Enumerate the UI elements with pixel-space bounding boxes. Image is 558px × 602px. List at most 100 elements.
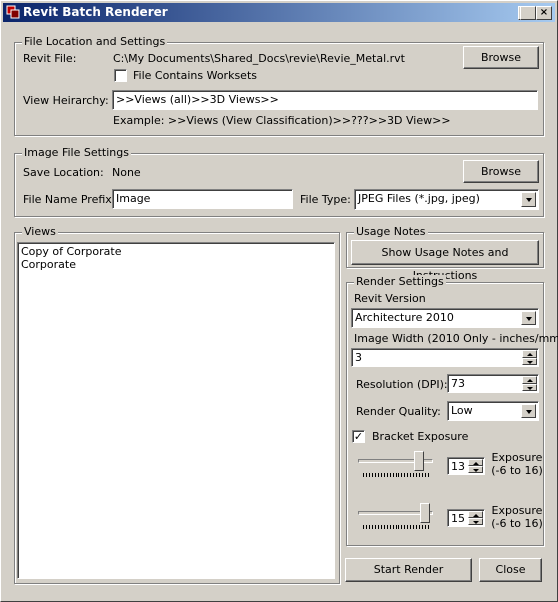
slider-tick <box>383 525 385 529</box>
slider-tick <box>422 473 424 477</box>
file-type-value: JPEG Files (*.jpg, jpeg) <box>358 192 480 205</box>
bracket-exposure-label: Bracket Exposure <box>372 430 469 443</box>
prefix-input[interactable]: Image <box>112 189 293 209</box>
save-location-value: None <box>112 166 141 179</box>
chevron-down-icon[interactable] <box>521 192 536 207</box>
spin-down-icon[interactable] <box>468 466 483 473</box>
close-window-button[interactable]: × <box>536 6 552 20</box>
slider-tick <box>377 473 379 477</box>
resolution-spinner[interactable]: 73 <box>447 374 539 393</box>
window-title: Revit Batch Renderer <box>23 5 168 19</box>
view-hierarchy-input[interactable]: >>Views (all)>>3D Views>> <box>112 90 538 110</box>
usage-notes-button[interactable]: Show Usage Notes and Instructions <box>351 240 539 282</box>
spin-up-icon[interactable] <box>468 459 483 466</box>
exposure-1-value: 13 <box>451 460 465 473</box>
file-type-label: File Type: <box>300 193 351 206</box>
exposure-1-label: Exposure <box>491 451 543 464</box>
browse-label: Browse <box>480 51 522 64</box>
spin-up-icon[interactable] <box>522 350 537 358</box>
exposure-slider-2-ticks <box>358 525 433 530</box>
slider-tick <box>389 525 391 529</box>
worksets-label: File Contains Worksets <box>133 69 257 82</box>
slider-tick <box>428 473 429 477</box>
resolution-label: Resolution (DPI): <box>356 378 448 391</box>
slider-tick <box>398 525 400 529</box>
render-settings-group-label: Render Settings <box>354 275 446 288</box>
bracket-exposure-checkbox[interactable]: ✓ <box>352 430 365 443</box>
exposure-1-spin-buttons[interactable] <box>468 459 483 473</box>
slider-tick <box>404 525 406 529</box>
spin-down-icon[interactable] <box>522 357 537 365</box>
slider-tick <box>386 473 388 477</box>
revit-version-value: Architecture 2010 <box>355 311 454 324</box>
app-icon <box>6 5 20 19</box>
list-item[interactable]: Copy of Corporate <box>21 245 331 258</box>
revit-file-label: Revit File: <box>23 52 77 65</box>
prefix-label: File Name Prefix: <box>23 193 116 206</box>
image-width-spin-buttons[interactable] <box>522 350 537 365</box>
slider-tick <box>368 473 370 477</box>
views-list[interactable]: Copy of Corporate Corporate <box>17 242 335 579</box>
slider-tick <box>395 525 397 529</box>
slider-tick <box>365 525 367 529</box>
exposure-2-value: 15 <box>451 512 465 525</box>
slider-tick <box>410 525 412 529</box>
revit-version-select[interactable]: Architecture 2010 <box>351 308 539 328</box>
spin-up-icon[interactable] <box>522 376 537 384</box>
quality-label: Render Quality: <box>356 405 441 418</box>
slider-tick <box>413 525 415 529</box>
resolution-spin-buttons[interactable] <box>522 376 537 391</box>
browse-label: Browse <box>480 165 522 178</box>
slider-tick <box>416 525 418 529</box>
slider-tick <box>401 473 403 477</box>
slider-tick <box>371 525 373 529</box>
revit-file-browse-button[interactable]: Browse <box>463 46 539 69</box>
slider-tick <box>425 525 427 529</box>
slider-tick <box>407 525 409 529</box>
exposure-1-caption: Exposure (-6 to 16) <box>491 451 543 477</box>
views-group-label: Views <box>22 225 58 238</box>
exposure-slider-2-thumb[interactable] <box>420 503 431 523</box>
slider-tick <box>407 473 409 477</box>
image-width-spinner[interactable]: 3 <box>351 348 539 367</box>
exposure-2-spin-buttons[interactable] <box>468 511 483 525</box>
revit-file-path: C:\My Documents\Shared_Docs\revie\Revie_… <box>113 52 405 65</box>
start-render-button[interactable]: Start Render <box>345 558 472 582</box>
slider-tick <box>425 473 427 477</box>
exposure-1-spinner[interactable]: 13 <box>447 457 485 475</box>
slider-tick <box>401 525 403 529</box>
slider-tick <box>368 525 370 529</box>
worksets-checkbox[interactable] <box>114 69 127 82</box>
slider-tick <box>383 473 385 477</box>
quality-value: Low <box>451 404 473 417</box>
image-width-label: Image Width (2010 Only - inches/mm) <box>354 332 558 345</box>
exposure-2-caption: Exposure (-6 to 16) <box>491 504 543 530</box>
spin-down-icon[interactable] <box>522 383 537 391</box>
close-button[interactable]: Close <box>479 558 542 582</box>
example-text: Example: >>Views (View Classification)>>… <box>113 114 451 127</box>
title-bar[interactable]: Revit Batch Renderer _ × <box>3 3 555 22</box>
slider-tick <box>389 473 391 477</box>
maximize-button[interactable] <box>520 6 536 20</box>
quality-select[interactable]: Low <box>447 401 539 421</box>
slider-tick <box>392 525 394 529</box>
spin-up-icon[interactable] <box>468 511 483 518</box>
chevron-down-icon[interactable] <box>521 311 536 325</box>
list-item[interactable]: Corporate <box>21 258 331 271</box>
slider-tick <box>380 473 382 477</box>
spin-down-icon[interactable] <box>468 518 483 525</box>
exposure-1-range: (-6 to 16) <box>491 464 543 477</box>
exposure-slider-1-thumb[interactable] <box>414 451 425 471</box>
slider-tick <box>416 473 418 477</box>
exposure-slider-1-ticks <box>358 473 433 478</box>
slider-tick <box>363 473 364 477</box>
slider-tick <box>428 525 429 529</box>
file-location-group-label: File Location and Settings <box>22 35 168 48</box>
slider-tick <box>374 525 376 529</box>
start-render-label: Start Render <box>373 563 444 576</box>
chevron-down-icon[interactable] <box>521 404 536 418</box>
slider-tick <box>419 525 421 529</box>
exposure-2-spinner[interactable]: 15 <box>447 509 485 527</box>
save-location-browse-button[interactable]: Browse <box>463 160 539 183</box>
file-type-select[interactable]: JPEG Files (*.jpg, jpeg) <box>354 189 539 210</box>
